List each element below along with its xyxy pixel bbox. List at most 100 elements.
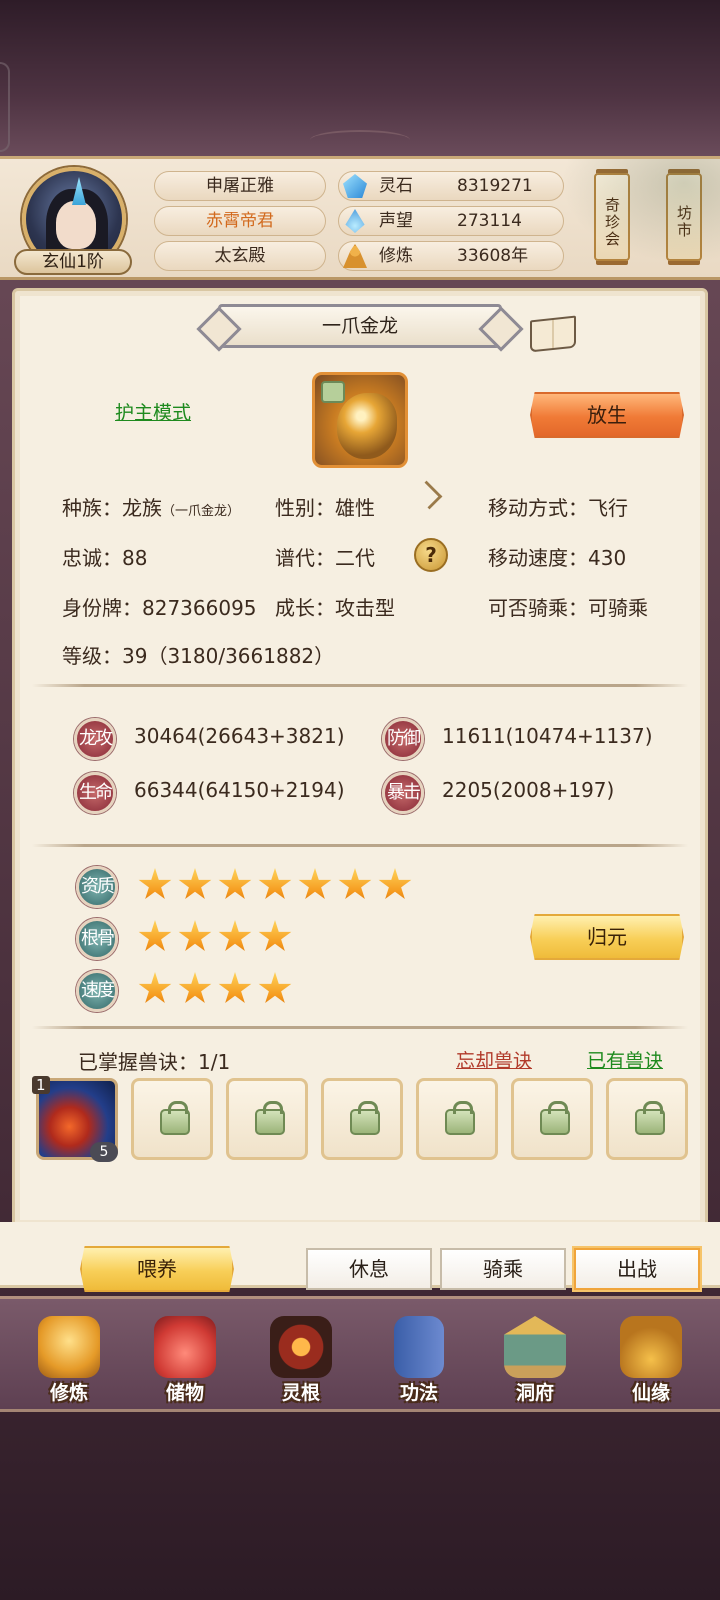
star-icon (338, 868, 372, 899)
divider (32, 844, 688, 847)
divider (32, 684, 688, 687)
forget-skill-link[interactable]: 忘却兽诀 (456, 1046, 532, 1073)
resource-value: 8319271 (457, 176, 533, 196)
bag-icon (154, 1316, 216, 1378)
rating-badge-bone: 根骨 (76, 918, 118, 960)
nav-spirit-root[interactable]: 灵根 (256, 1316, 346, 1408)
feed-button[interactable]: 喂养 (80, 1246, 234, 1292)
nav-cultivate[interactable]: 修炼 (24, 1316, 114, 1408)
nav-label: 功法 (399, 1382, 438, 1404)
star-icon (178, 920, 212, 951)
lock-icon (635, 1101, 665, 1135)
spirit-root-icon (270, 1316, 332, 1378)
cave-house-icon (504, 1316, 566, 1378)
side-handle[interactable] (0, 62, 10, 152)
skill-slot-6[interactable] (511, 1078, 593, 1160)
skill-level-badge: 1 (32, 1076, 50, 1094)
star-icon (218, 972, 252, 1003)
guard-mode-link[interactable]: 护主模式 (115, 398, 191, 425)
star-icon (178, 868, 212, 899)
race-sub-text: （一爪金龙） (162, 504, 241, 519)
spirit-stone-icon (343, 174, 367, 198)
battle-button[interactable]: 出战 (574, 1248, 700, 1290)
resource-spirit-stone: 灵石 8319271 (338, 171, 564, 201)
player-header: 玄仙1阶 申屠正雅 赤霄帝君 太玄殿 灵石 8319271 声望 273114 … (0, 156, 720, 280)
resource-cultivation: 修炼 33608年 (338, 241, 564, 271)
nav-storage[interactable]: 储物 (140, 1316, 230, 1408)
player-title: 赤霄帝君 (154, 206, 326, 236)
pet-rideable: 可否骑乘：可骑乘 (488, 596, 648, 620)
technique-book-icon (394, 1316, 444, 1378)
skill-count-badge: 5 (90, 1142, 118, 1162)
pet-level: 等级：39（3180/3661882） (62, 644, 335, 668)
pet-move-type: 移动方式：飞行 (488, 496, 628, 520)
owned-skills-link[interactable]: 已有兽诀 (587, 1046, 663, 1073)
skill-slot-4[interactable] (321, 1078, 403, 1160)
resource-prestige: 声望 273114 (338, 206, 564, 236)
rating-badge-speed: 速度 (76, 970, 118, 1012)
nav-label: 灵根 (281, 1382, 320, 1404)
ride-button[interactable]: 骑乘 (440, 1248, 566, 1290)
help-icon[interactable]: ? (414, 538, 448, 572)
restore-button[interactable]: 归元 (530, 914, 684, 960)
prestige-icon (345, 209, 365, 233)
star-icon (378, 868, 412, 899)
nav-technique[interactable]: 功法 (374, 1316, 464, 1408)
star-icon (218, 920, 252, 951)
star-icon (298, 868, 332, 899)
nav-label: 修炼 (49, 1382, 88, 1404)
pet-id: 身份牌：827366095 (62, 596, 257, 620)
lock-icon (540, 1101, 570, 1135)
pet-generation: 谱代：二代 (275, 546, 375, 570)
resource-value: 273114 (457, 211, 522, 231)
avatar-face (56, 201, 96, 249)
lock-icon (255, 1101, 285, 1135)
pet-name-title: 一爪金龙 (218, 304, 502, 348)
star-icon (138, 972, 172, 1003)
nav-cave[interactable]: 洞府 (490, 1316, 580, 1408)
star-icon (178, 972, 212, 1003)
nav-label: 洞府 (515, 1382, 554, 1404)
star-icon (258, 868, 292, 899)
top-background (0, 0, 720, 160)
monk-icon (38, 1316, 100, 1378)
rename-book-icon[interactable] (530, 315, 576, 353)
race-text: 种族：龙族 (62, 496, 162, 520)
resource-label: 灵石 (379, 176, 413, 196)
stat-badge-crit: 暴击 (382, 772, 424, 814)
star-icon (258, 972, 292, 1003)
stat-badge-attack: 龙攻 (74, 718, 116, 760)
release-button[interactable]: 放生 (530, 392, 684, 438)
star-icon (138, 868, 172, 899)
resource-label: 声望 (379, 211, 413, 231)
player-sect: 太玄殿 (154, 241, 326, 271)
rest-button[interactable]: 休息 (306, 1248, 432, 1290)
stat-crit-value: 2205(2008+197) (442, 778, 615, 802)
pet-move-speed: 移动速度：430 (488, 546, 627, 570)
skill-slot-5[interactable] (416, 1078, 498, 1160)
nav-fate[interactable]: 仙缘 (606, 1316, 696, 1408)
star-icon (138, 920, 172, 951)
treasure-fair-button[interactable]: 奇珍会 (594, 173, 630, 261)
speed-stars (138, 972, 292, 1006)
mastered-skills-count: 已掌握兽诀：1/1 (78, 1050, 231, 1074)
player-name: 申屠正雅 (154, 171, 326, 201)
bone-stars (138, 920, 292, 954)
gourd-icon (620, 1316, 682, 1378)
star-icon (218, 868, 252, 899)
pet-portrait[interactable] (312, 372, 408, 468)
stat-defense-value: 11611(10474+1137) (442, 724, 653, 748)
skill-slot-7[interactable] (606, 1078, 688, 1160)
aptitude-stars (138, 868, 412, 902)
nav-label: 储物 (165, 1382, 204, 1404)
market-button[interactable]: 坊市 (666, 173, 702, 261)
dragon-icon (337, 393, 397, 459)
rank-badge: 玄仙1阶 (14, 249, 132, 275)
skill-slot-3[interactable] (226, 1078, 308, 1160)
resource-label: 修炼 (379, 246, 413, 266)
skill-slot-2[interactable] (131, 1078, 213, 1160)
pet-gender: 性别：雄性 (275, 496, 375, 520)
rating-badge-aptitude: 资质 (76, 866, 118, 908)
star-icon (258, 920, 292, 951)
nav-label: 仙缘 (631, 1382, 670, 1404)
